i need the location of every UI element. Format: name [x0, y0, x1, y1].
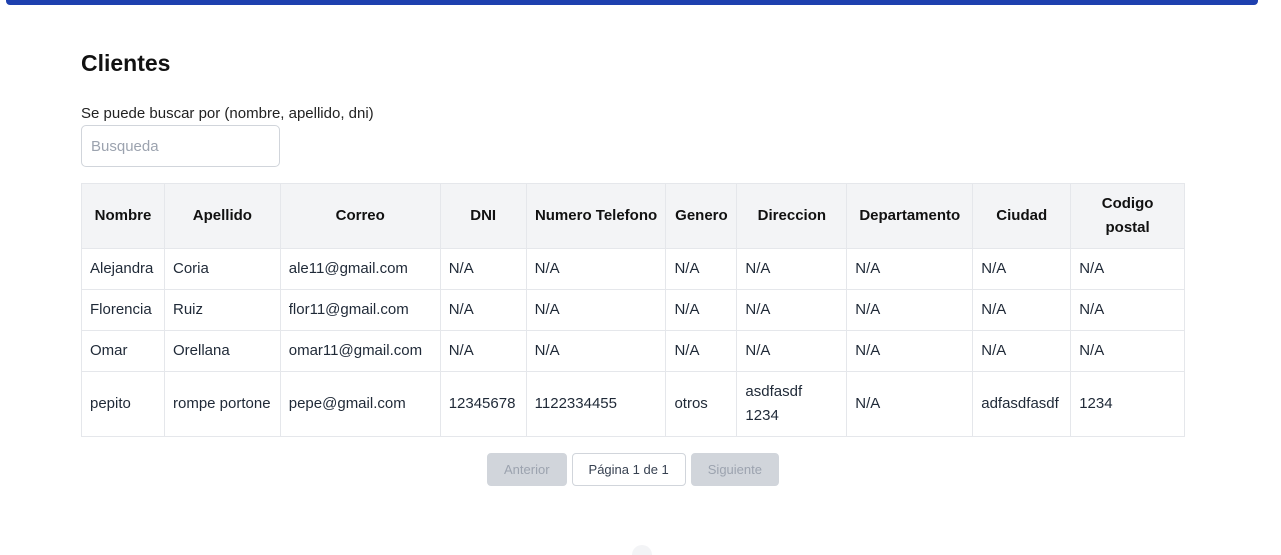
search-input[interactable]: [81, 125, 280, 167]
cell-ciudad: N/A: [972, 330, 1072, 372]
cell-codigo-postal: 1234: [1070, 371, 1185, 437]
cell-nombre: pepito: [81, 371, 165, 437]
column-header-apellido[interactable]: Apellido: [163, 183, 281, 249]
top-accent-bar: [6, 0, 1258, 5]
cell-apellido: Orellana: [163, 330, 281, 372]
cell-nombre: Alejandra: [81, 248, 165, 290]
column-header-departamento[interactable]: Departamento: [846, 183, 974, 249]
cell-ciudad: N/A: [972, 289, 1072, 331]
table-header: Nombre Apellido Correo DNI Numero Telefo…: [81, 183, 1185, 249]
cell-correo: omar11@gmail.com: [279, 330, 441, 372]
column-header-correo[interactable]: Correo: [279, 183, 441, 249]
cell-genero: N/A: [665, 248, 738, 290]
cell-telefono: N/A: [525, 248, 667, 290]
cell-nombre: Florencia: [81, 289, 165, 331]
next-page-button[interactable]: Siguiente: [690, 453, 779, 486]
table-row[interactable]: Omar Orellana omar11@gmail.com N/A N/A N…: [81, 330, 1185, 372]
scroll-indicator: [632, 545, 652, 555]
column-header-codigo-postal[interactable]: Codigo postal: [1070, 183, 1185, 249]
table-row[interactable]: pepito rompe portone pepe@gmail.com 1234…: [81, 371, 1185, 437]
cell-dni: N/A: [439, 248, 527, 290]
cell-correo: ale11@gmail.com: [279, 248, 441, 290]
cell-correo: pepe@gmail.com: [279, 371, 441, 437]
cell-codigo-postal: N/A: [1070, 289, 1185, 331]
column-header-ciudad[interactable]: Ciudad: [972, 183, 1072, 249]
cell-telefono: N/A: [525, 289, 667, 331]
cell-nombre: Omar: [81, 330, 165, 372]
clients-table: Nombre Apellido Correo DNI Numero Telefo…: [81, 183, 1185, 437]
cell-ciudad: adfasdfasdf: [972, 371, 1072, 437]
cell-dni: 12345678: [439, 371, 527, 437]
cell-departamento: N/A: [846, 371, 974, 437]
cell-apellido: Coria: [163, 248, 281, 290]
cell-telefono: N/A: [525, 330, 667, 372]
column-header-direccion[interactable]: Direccion: [736, 183, 848, 249]
column-header-dni[interactable]: DNI: [439, 183, 527, 249]
cell-direccion: N/A: [736, 289, 848, 331]
cell-correo: flor11@gmail.com: [279, 289, 441, 331]
table-row[interactable]: Florencia Ruiz flor11@gmail.com N/A N/A …: [81, 289, 1185, 331]
search-label: Se puede buscar por (nombre, apellido, d…: [81, 105, 374, 122]
cell-departamento: N/A: [846, 248, 974, 290]
cell-direccion: N/A: [736, 330, 848, 372]
page-indicator: Página 1 de 1: [571, 453, 686, 486]
cell-codigo-postal: N/A: [1070, 248, 1185, 290]
cell-genero: otros: [665, 371, 738, 437]
cell-telefono: 1122334455: [525, 371, 667, 437]
previous-page-button[interactable]: Anterior: [487, 453, 567, 486]
cell-apellido: Ruiz: [163, 289, 281, 331]
cell-direccion: asdfasdf 1234: [736, 371, 848, 437]
cell-genero: N/A: [665, 289, 738, 331]
cell-codigo-postal: N/A: [1070, 330, 1185, 372]
cell-departamento: N/A: [846, 289, 974, 331]
column-header-genero[interactable]: Genero: [665, 183, 738, 249]
cell-genero: N/A: [665, 330, 738, 372]
cell-departamento: N/A: [846, 330, 974, 372]
header-row: Nombre Apellido Correo DNI Numero Telefo…: [81, 183, 1185, 249]
table-body: Alejandra Coria ale11@gmail.com N/A N/A …: [81, 248, 1185, 437]
cell-direccion: N/A: [736, 248, 848, 290]
cell-dni: N/A: [439, 330, 527, 372]
table-row[interactable]: Alejandra Coria ale11@gmail.com N/A N/A …: [81, 248, 1185, 290]
page-title: Clientes: [81, 50, 171, 76]
pagination: Anterior Página 1 de 1 Siguiente: [81, 453, 1185, 486]
cell-ciudad: N/A: [972, 248, 1072, 290]
column-header-telefono[interactable]: Numero Telefono: [525, 183, 667, 249]
column-header-nombre[interactable]: Nombre: [81, 183, 165, 249]
cell-apellido: rompe portone: [163, 371, 281, 437]
clients-section: Clientes Se puede buscar por (nombre, ap…: [81, 48, 1185, 486]
cell-dni: N/A: [439, 289, 527, 331]
